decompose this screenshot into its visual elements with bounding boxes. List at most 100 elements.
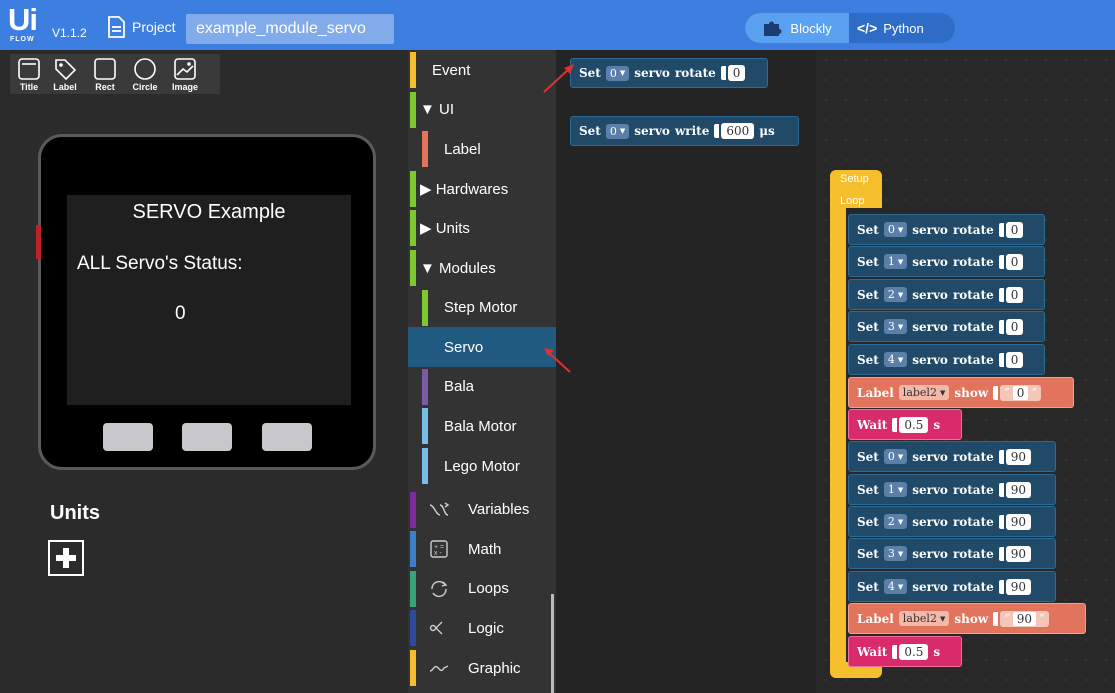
category-label: ▶ Hardwares	[420, 180, 509, 198]
angle-input[interactable]: 0	[727, 65, 746, 81]
category-step-motor[interactable]: Step Motor	[408, 288, 556, 328]
python-mode-button[interactable]: </> Python	[849, 13, 955, 43]
project-name-input[interactable]: example_module_servo	[186, 14, 394, 44]
input-plug	[998, 352, 1004, 367]
block-wait-label: Wait	[857, 644, 888, 659]
text-input[interactable]: “90”	[1000, 610, 1049, 627]
label-show-block[interactable]: Label label2 ▼ show “0”	[848, 377, 1074, 408]
port-dropdown[interactable]: 0 ▼	[883, 449, 908, 464]
label-target-dropdown[interactable]: label2 ▼	[898, 611, 950, 626]
wait-block[interactable]: Wait 0.5 s	[848, 636, 962, 667]
project-button[interactable]: Project	[106, 14, 176, 40]
input-plug	[993, 385, 999, 400]
port-dropdown[interactable]: 1 ▼	[883, 254, 908, 269]
close-quote-icon: ”	[1039, 612, 1045, 625]
block-label-word: Label	[857, 385, 894, 400]
block-servo-label: servo	[912, 546, 948, 561]
servo-rotate-block[interactable]: Set 0 ▼ servo rotate 90	[848, 441, 1056, 472]
angle-input[interactable]: 0	[1005, 221, 1024, 238]
widget-circle[interactable]: Circle	[126, 54, 164, 94]
category-math[interactable]: + = x - Math	[408, 529, 556, 569]
servo-rotate-block[interactable]: Set 2 ▼ servo rotate 0	[848, 279, 1045, 310]
servo-rotate-block[interactable]: Set 2 ▼ servo rotate 90	[848, 506, 1056, 537]
angle-input[interactable]: 90	[1005, 481, 1032, 498]
category-hardwares[interactable]: ▶ Hardwares	[408, 169, 556, 209]
port-dropdown[interactable]: 0 ▼	[883, 222, 908, 237]
category-variables[interactable]: Variables	[408, 490, 556, 530]
angle-input[interactable]: 0	[1005, 351, 1024, 368]
angle-input[interactable]: 90	[1005, 545, 1032, 562]
category-bala-motor[interactable]: Bala Motor	[408, 406, 556, 446]
block-action-label: write	[674, 124, 710, 138]
label-target-dropdown[interactable]: label2 ▼	[898, 385, 950, 400]
angle-input[interactable]: 0	[1005, 286, 1024, 303]
screen-title[interactable]: SERVO Example	[67, 201, 351, 224]
blockly-mode-button[interactable]: Blockly	[745, 13, 849, 43]
block-category-panel: Event ▼ UI Label ▶ Hardwares ▶ Units ▼ Module…	[408, 50, 556, 693]
port-value: 4	[887, 580, 895, 593]
widget-rect[interactable]: Rect	[86, 54, 124, 94]
device-button-a	[103, 423, 153, 451]
category-bala[interactable]: Bala	[408, 367, 556, 407]
port-dropdown[interactable]: 3 ▼	[883, 546, 908, 561]
servo-rotate-block[interactable]: Set 0 ▼ servo rotate 0	[848, 214, 1045, 245]
category-event[interactable]: Event	[408, 50, 556, 90]
category-scrollbar[interactable]	[551, 594, 554, 693]
port-dropdown[interactable]: 3 ▼	[883, 319, 908, 334]
svg-text:x -: x -	[434, 550, 442, 557]
angle-input[interactable]: 0	[1005, 253, 1024, 270]
port-dropdown[interactable]: 0 ▼	[605, 65, 630, 81]
flyout-servo-rotate-block[interactable]: Set 0 ▼ servo rotate 0	[570, 58, 768, 88]
category-loops[interactable]: Loops	[408, 569, 556, 609]
angle-input[interactable]: 90	[1005, 448, 1032, 465]
servo-rotate-block[interactable]: Set 4 ▼ servo rotate 0	[848, 344, 1045, 375]
widget-image[interactable]: Image	[166, 54, 204, 94]
label-show-block[interactable]: Label label2 ▼ show “90”	[848, 603, 1086, 634]
category-units[interactable]: ▶ Units	[408, 208, 556, 248]
servo-rotate-block[interactable]: Set 3 ▼ servo rotate 90	[848, 538, 1056, 569]
close-quote-icon: ”	[1031, 386, 1038, 399]
category-ui[interactable]: ▼ UI	[408, 90, 556, 130]
flyout-servo-write-block[interactable]: Set 0 ▼ servo write 600 μs	[570, 116, 799, 146]
wait-seconds-input[interactable]: 0.5	[899, 643, 929, 660]
wait-seconds-input[interactable]: 0.5	[899, 416, 929, 433]
category-lego-motor[interactable]: Lego Motor	[408, 446, 556, 486]
port-dropdown[interactable]: 0 ▼	[605, 123, 630, 139]
servo-rotate-block[interactable]: Set 1 ▼ servo rotate 0	[848, 246, 1045, 277]
dropdown-arrow-icon: ▼	[897, 582, 904, 591]
arrow-pointer-icon	[543, 64, 574, 93]
category-graphic[interactable]: Graphic	[408, 648, 556, 688]
port-dropdown[interactable]: 4 ▼	[883, 579, 908, 594]
widget-label[interactable]: Label	[46, 54, 84, 94]
servo-rotate-block[interactable]: Set 1 ▼ servo rotate 90	[848, 474, 1056, 505]
pulse-input[interactable]: 600	[721, 123, 755, 139]
category-color-bar	[422, 131, 428, 168]
angle-input[interactable]: 90	[1005, 513, 1032, 530]
blockly-label: Blockly	[790, 20, 832, 36]
screen-status-label[interactable]: ALL Servo's Status:	[77, 253, 243, 275]
category-label[interactable]: Label	[408, 129, 556, 169]
category-label: Variables	[468, 501, 530, 519]
add-unit-button[interactable]	[48, 540, 84, 576]
port-dropdown[interactable]: 2 ▼	[883, 287, 908, 302]
mode-switch: Blockly </> Python	[745, 13, 955, 43]
servo-rotate-block[interactable]: Set 3 ▼ servo rotate 0	[848, 311, 1045, 342]
device-screen[interactable]: SERVO Example ALL Servo's Status: 0	[67, 195, 351, 405]
port-dropdown[interactable]: 4 ▼	[883, 352, 908, 367]
logo-text: Ui	[8, 2, 38, 37]
wait-block[interactable]: Wait 0.5 s	[848, 409, 962, 440]
block-set-label: Set	[857, 482, 879, 497]
angle-input[interactable]: 90	[1005, 578, 1032, 595]
angle-input[interactable]: 0	[1005, 318, 1024, 335]
unit-label: s	[933, 417, 941, 432]
category-servo[interactable]: Servo	[408, 327, 556, 368]
category-color-bar	[410, 250, 416, 286]
screen-value-label[interactable]: 0	[175, 303, 186, 325]
widget-title[interactable]: Title	[14, 54, 44, 94]
text-input[interactable]: “0”	[1000, 384, 1042, 401]
servo-rotate-block[interactable]: Set 4 ▼ servo rotate 90	[848, 571, 1056, 602]
port-dropdown[interactable]: 2 ▼	[883, 514, 908, 529]
port-dropdown[interactable]: 1 ▼	[883, 482, 908, 497]
category-modules[interactable]: ▼ Modules	[408, 248, 556, 288]
category-logic[interactable]: Logic	[408, 608, 556, 648]
